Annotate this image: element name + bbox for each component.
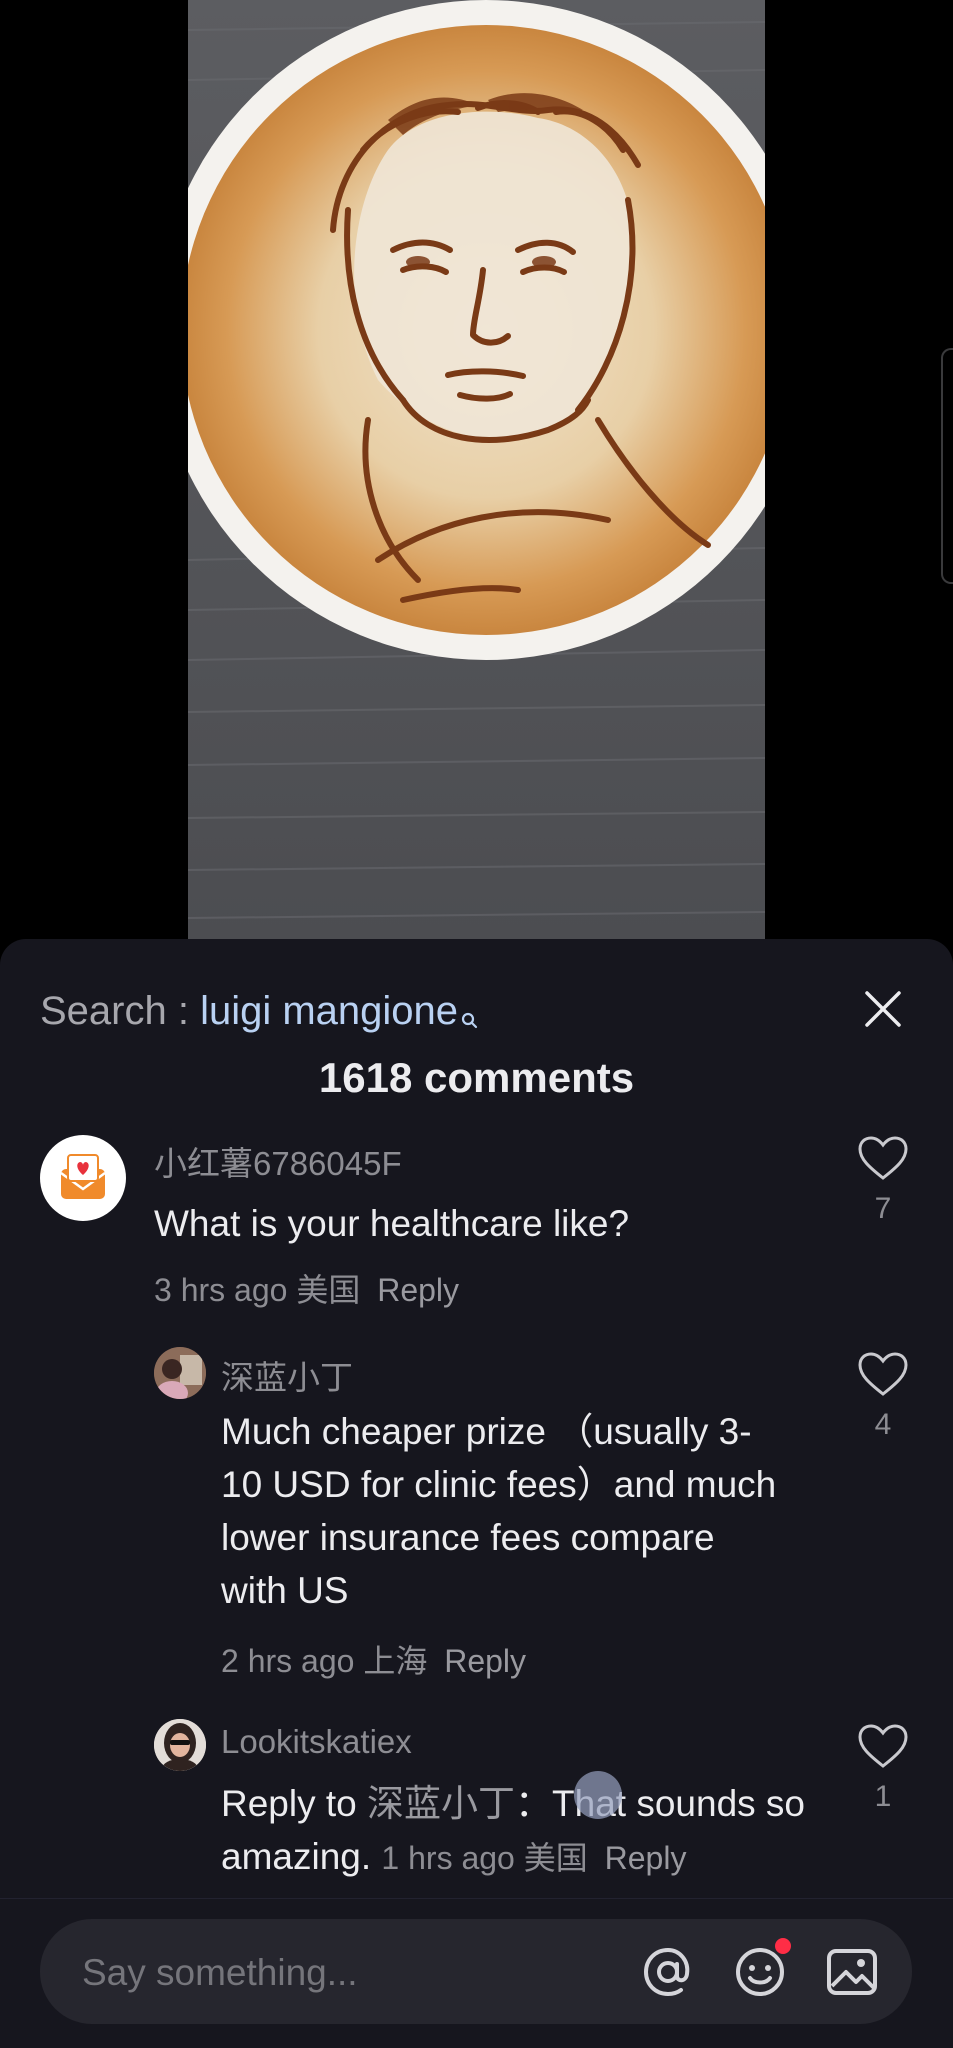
video-player[interactable] bbox=[188, 0, 765, 940]
comment-location: 美国 bbox=[296, 1272, 361, 1308]
comment-count: 1618 comments bbox=[318, 1054, 635, 1101]
comment-text[interactable]: Much cheaper prize （usually 3-10 USD for… bbox=[221, 1405, 781, 1617]
search-icon bbox=[461, 995, 479, 1040]
user-photo bbox=[154, 1719, 206, 1771]
comment-input[interactable] bbox=[80, 1919, 644, 2026]
latte-art-image bbox=[188, 0, 765, 940]
comment-username[interactable]: 深蓝小丁 bbox=[221, 1351, 353, 1399]
comment-time: 3 hrs ago bbox=[154, 1272, 288, 1308]
input-pill bbox=[40, 1919, 912, 2026]
app-screen: Search : luigi mangione 1618 comments 小红… bbox=[0, 0, 953, 2048]
emoji-button[interactable] bbox=[732, 1938, 791, 2000]
search-suggestion[interactable]: Search : luigi mangione bbox=[40, 989, 479, 1040]
at-icon bbox=[643, 1947, 690, 1997]
comment-meta: 2 hrs ago 上海 Reply bbox=[221, 1636, 526, 1682]
comment-meta: 3 hrs ago 美国 Reply bbox=[154, 1265, 459, 1311]
comment-location: 上海 bbox=[363, 1643, 428, 1679]
heart-icon bbox=[858, 1352, 908, 1396]
reply-button[interactable]: Reply bbox=[377, 1272, 459, 1308]
close-icon bbox=[865, 991, 901, 1027]
envelope-heart-icon bbox=[60, 1154, 106, 1199]
comment-username[interactable]: Lookitskatiex bbox=[221, 1723, 412, 1761]
reply-button[interactable]: Reply bbox=[605, 1840, 687, 1876]
like-count: 1 bbox=[874, 1780, 892, 1813]
comment-location: 美国 bbox=[523, 1840, 588, 1876]
like-button[interactable]: 7 bbox=[853, 1135, 913, 1226]
search-term-link[interactable]: luigi mangione bbox=[200, 989, 458, 1033]
comment-meta: 1 hrs ago 美国 Reply bbox=[381, 1840, 686, 1876]
like-button[interactable]: 1 bbox=[853, 1723, 913, 1814]
search-prefix: Search : bbox=[40, 989, 201, 1033]
avatar[interactable] bbox=[154, 1347, 206, 1399]
user-photo bbox=[154, 1347, 206, 1399]
comment-text-block[interactable]: Reply to 深蓝小丁：That sounds so amazing. 1 … bbox=[221, 1777, 821, 1885]
like-count: 7 bbox=[874, 1192, 892, 1225]
heart-icon bbox=[858, 1724, 908, 1768]
comment-text[interactable]: What is your healthcare like? bbox=[154, 1197, 834, 1250]
avatar[interactable] bbox=[154, 1719, 206, 1771]
heart-icon bbox=[858, 1136, 908, 1180]
like-count: 4 bbox=[874, 1408, 892, 1441]
comment-time: 1 hrs ago bbox=[381, 1840, 515, 1876]
comments-sheet: Search : luigi mangione 1618 comments 小红… bbox=[0, 939, 953, 2048]
reply-to-prefix: Reply to bbox=[221, 1783, 368, 1824]
comment-time: 2 hrs ago bbox=[221, 1643, 355, 1679]
avatar[interactable] bbox=[40, 1135, 126, 1221]
close-button[interactable] bbox=[853, 979, 913, 1039]
reply-button[interactable]: Reply bbox=[444, 1643, 526, 1679]
comment-username[interactable]: 小红薯6786045F bbox=[154, 1137, 402, 1185]
comment-input-bar bbox=[0, 1898, 953, 2048]
mention-button[interactable] bbox=[640, 1944, 696, 2000]
side-panel-handle[interactable] bbox=[941, 348, 953, 584]
touch-indicator bbox=[574, 1771, 622, 1819]
reply-to-username[interactable]: 深蓝小丁 bbox=[367, 1783, 515, 1824]
like-button[interactable]: 4 bbox=[853, 1351, 913, 1442]
image-icon bbox=[827, 1949, 877, 1995]
image-button[interactable] bbox=[824, 1944, 880, 2000]
reply-to-separator: ： bbox=[515, 1783, 553, 1824]
notification-dot bbox=[775, 1938, 791, 1954]
